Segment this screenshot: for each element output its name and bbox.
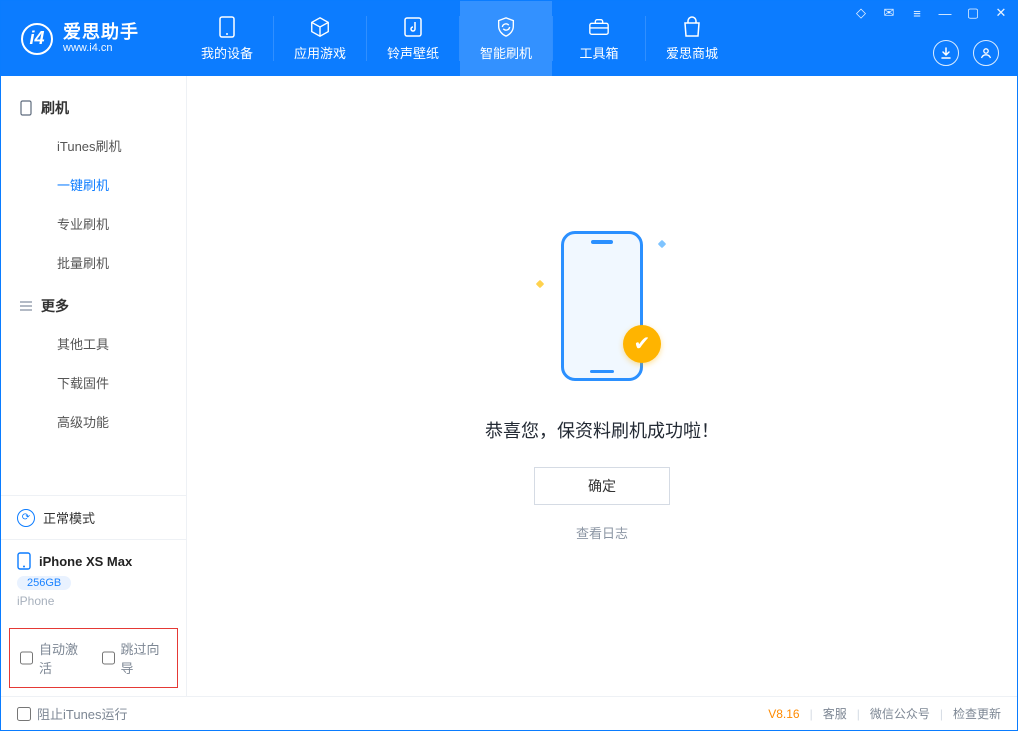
app-url: www.i4.cn: [63, 42, 139, 54]
sidebar-item-other-tools[interactable]: 其他工具: [1, 324, 186, 363]
shield-refresh-icon: [495, 16, 517, 38]
sidebar-item-pro-flash[interactable]: 专业刷机: [1, 204, 186, 243]
nav-apps-games[interactable]: 应用游戏: [274, 1, 366, 76]
nav-label: 工具箱: [579, 43, 618, 62]
nav-toolbox[interactable]: 工具箱: [553, 1, 645, 76]
app-name: 爱思助手: [63, 23, 139, 43]
sidebar: 刷机 iTunes刷机 一键刷机 专业刷机 批量刷机 更多 其他工具: [1, 76, 187, 696]
theme-icon[interactable]: ◇: [853, 5, 869, 21]
window-controls: ◇ ✉ ≡ — ▢ ✕: [853, 5, 1009, 21]
sidebar-group-flash: 刷机 iTunes刷机 一键刷机 专业刷机 批量刷机: [1, 90, 186, 288]
sparkle-icon: [658, 239, 666, 247]
download-button[interactable]: [933, 40, 959, 66]
bag-icon: [681, 16, 703, 38]
cube-icon: [309, 16, 331, 38]
app-window: i4 爱思助手 www.i4.cn 我的设备 应用游戏: [0, 0, 1018, 731]
storage-badge: 256GB: [17, 576, 71, 590]
sparkle-icon: [536, 279, 544, 287]
sidebar-item-oneclick-flash[interactable]: 一键刷机: [1, 165, 186, 204]
footer-link-support[interactable]: 客服: [823, 705, 847, 722]
check-badge-icon: ✔: [623, 325, 661, 363]
nav-label: 爱思商城: [666, 43, 718, 62]
minimize-button[interactable]: —: [937, 6, 953, 21]
footer-link-update[interactable]: 检查更新: [953, 705, 1001, 722]
mode-icon: ⟳: [17, 509, 35, 527]
toolbox-icon: [588, 16, 610, 38]
sidebar-item-advanced[interactable]: 高级功能: [1, 402, 186, 441]
close-button[interactable]: ✕: [993, 5, 1009, 21]
nav-label: 智能刷机: [480, 43, 532, 62]
device-icon: [17, 552, 31, 570]
block-itunes-input[interactable]: [17, 707, 31, 721]
auto-activate-label: 自动激活: [39, 639, 86, 677]
device-icon: [216, 16, 238, 38]
nav-label: 我的设备: [201, 43, 253, 62]
menu-icon[interactable]: ≡: [909, 6, 925, 21]
device-info-block[interactable]: iPhone XS Max 256GB iPhone: [1, 539, 186, 620]
group-title: 刷机: [41, 98, 69, 118]
skip-wizard-label: 跳过向导: [121, 639, 168, 677]
mode-label: 正常模式: [43, 508, 95, 527]
main-content: ✔ 恭喜您，保资料刷机成功啦！ 确定 查看日志: [187, 76, 1017, 696]
device-type: iPhone: [17, 594, 170, 608]
account-button[interactable]: [973, 40, 999, 66]
group-title: 更多: [41, 296, 69, 316]
nav-ringtone-wallpaper[interactable]: 铃声壁纸: [367, 1, 459, 76]
sidebar-item-batch-flash[interactable]: 批量刷机: [1, 243, 186, 282]
nav-smart-flash[interactable]: 智能刷机: [460, 1, 552, 76]
footer: 阻止iTunes运行 V8.16 | 客服 | 微信公众号 | 检查更新: [1, 696, 1017, 730]
sidebar-item-itunes-flash[interactable]: iTunes刷机: [1, 126, 186, 165]
nav-my-device[interactable]: 我的设备: [181, 1, 273, 76]
maximize-button[interactable]: ▢: [965, 5, 981, 21]
version-label: V8.16: [768, 707, 799, 721]
logo: i4 爱思助手 www.i4.cn: [1, 1, 181, 76]
block-itunes-label: 阻止iTunes运行: [37, 704, 128, 723]
bottom-options-highlight: 自动激活 跳过向导: [9, 628, 178, 688]
header: i4 爱思助手 www.i4.cn 我的设备 应用游戏: [1, 1, 1017, 76]
header-actions: [933, 40, 999, 66]
music-note-icon: [402, 16, 424, 38]
device-mode-block: ⟳ 正常模式: [1, 495, 186, 539]
success-illustration: ✔: [537, 231, 667, 391]
mode-row[interactable]: ⟳ 正常模式: [17, 508, 170, 527]
ok-button[interactable]: 确定: [534, 467, 670, 505]
footer-link-wechat[interactable]: 微信公众号: [870, 705, 930, 722]
view-log-link[interactable]: 查看日志: [576, 523, 628, 542]
list-icon: [19, 299, 33, 313]
checkbox-auto-activate[interactable]: 自动激活: [20, 639, 86, 677]
phone-outline-icon: [19, 101, 33, 115]
nav-store[interactable]: 爱思商城: [646, 1, 738, 76]
body: 刷机 iTunes刷机 一键刷机 专业刷机 批量刷机 更多 其他工具: [1, 76, 1017, 696]
device-name: iPhone XS Max: [39, 554, 132, 569]
sidebar-item-download-firmware[interactable]: 下载固件: [1, 363, 186, 402]
nav-label: 铃声壁纸: [387, 43, 439, 62]
nav-label: 应用游戏: [294, 43, 346, 62]
logo-icon: i4: [21, 23, 53, 55]
checkbox-skip-wizard[interactable]: 跳过向导: [102, 639, 168, 677]
sidebar-group-more: 更多 其他工具 下载固件 高级功能: [1, 288, 186, 447]
auto-activate-input[interactable]: [20, 651, 33, 665]
feedback-icon[interactable]: ✉: [881, 5, 897, 21]
success-message: 恭喜您，保资料刷机成功啦！: [485, 417, 719, 443]
checkbox-block-itunes[interactable]: 阻止iTunes运行: [17, 704, 128, 723]
skip-wizard-input[interactable]: [102, 651, 115, 665]
